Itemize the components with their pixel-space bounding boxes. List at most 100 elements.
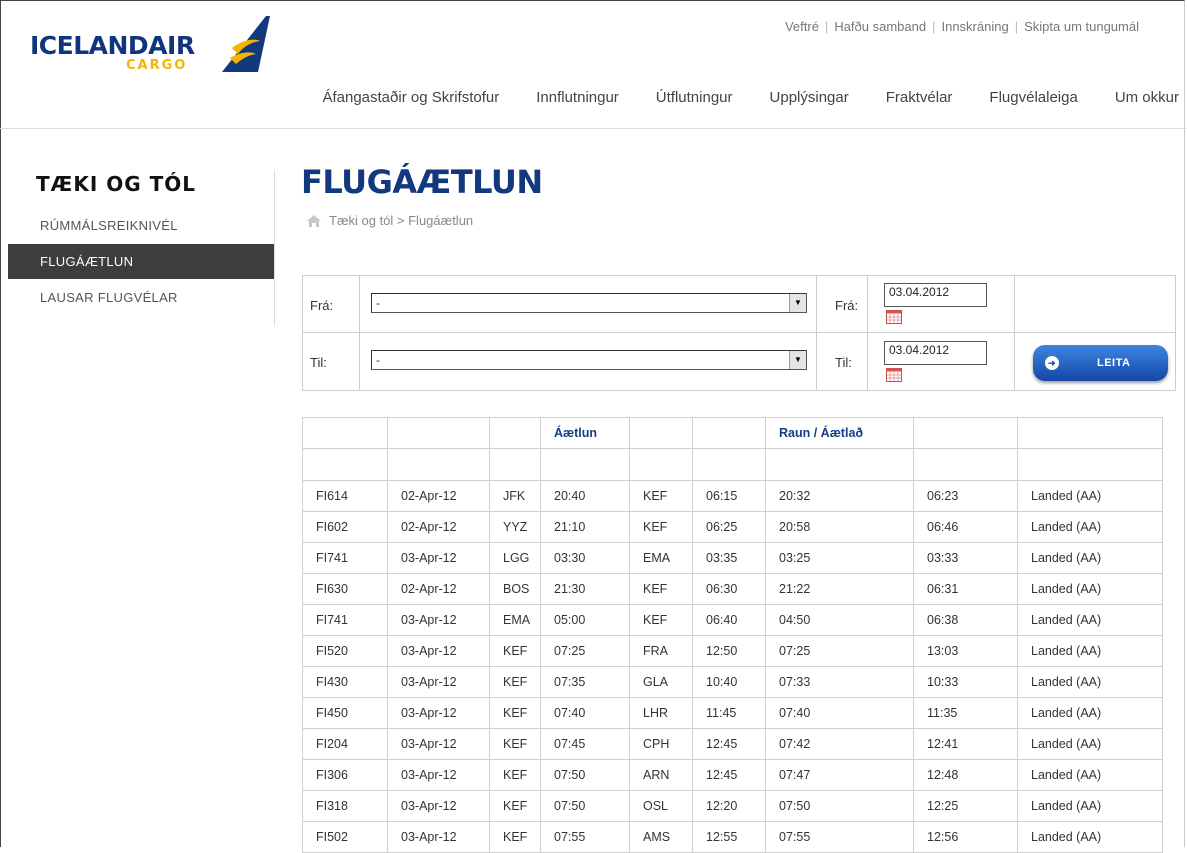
cell-scheduled-arrival: 12:50: [692, 635, 766, 667]
cell-destination: KEF: [629, 480, 693, 512]
cell-flight-number: FI602: [302, 511, 388, 543]
cell-scheduled-arrival: 12:55: [692, 821, 766, 853]
nav-about[interactable]: Um okkur: [1115, 89, 1179, 106]
logo-wing-icon: [222, 16, 270, 72]
nav-export[interactable]: Útflutningur: [656, 89, 733, 106]
table-row: FI502 03-Apr-12 KEF 07:55 AMS 12:55 07:55 12:56…: [302, 821, 1163, 853]
cell-flight-number: FI306: [302, 759, 388, 791]
date-from-input[interactable]: 03.04.2012: [884, 283, 987, 307]
util-link-contact[interactable]: Hafðu samband: [834, 19, 926, 34]
calendar-icon[interactable]: [886, 368, 902, 382]
search-button-label: LEITA: [1097, 357, 1131, 369]
cell-origin: KEF: [489, 790, 541, 822]
nav-import[interactable]: Innflutningur: [536, 89, 619, 106]
cell-date: 03-Apr-12: [387, 542, 490, 574]
cell-date: 02-Apr-12: [387, 480, 490, 512]
cell-destination: EMA: [629, 542, 693, 574]
cell-actual-arrival: 10:33: [913, 666, 1018, 698]
cell-scheduled-departure: 07:25: [540, 635, 630, 667]
search-button[interactable]: ➜ LEITA: [1033, 345, 1168, 381]
nav-freighters[interactable]: Fraktvélar: [886, 89, 953, 106]
table-row: FI741 03-Apr-12 EMA 05:00 KEF 06:40 04:50 06:38…: [302, 604, 1163, 636]
cell-date: 03-Apr-12: [387, 697, 490, 729]
cell-actual-arrival: 06:38: [913, 604, 1018, 636]
cell-scheduled-arrival: 11:45: [692, 697, 766, 729]
cell-actual-arrival: 12:56: [913, 821, 1018, 853]
cell-actual-departure: 07:33: [765, 666, 914, 698]
from-select[interactable]: - ▼: [371, 293, 807, 313]
table-row: FI614 02-Apr-12 JFK 20:40 KEF 06:15 20:32 06:23…: [302, 480, 1163, 512]
table-row: FI306 03-Apr-12 KEF 07:50 ARN 12:45 07:47 12:48…: [302, 759, 1163, 791]
cell-actual-departure: 07:25: [765, 635, 914, 667]
cell-scheduled-arrival: 12:45: [692, 728, 766, 760]
cell-date: 03-Apr-12: [387, 666, 490, 698]
cell-status: Landed (AA): [1017, 666, 1163, 698]
cell-actual-departure: 21:22: [765, 573, 914, 605]
column-header-actual: Raun / Áætlað: [765, 417, 914, 449]
table-spacer-row: [302, 448, 1163, 481]
util-link-sitemap[interactable]: Veftré: [785, 19, 819, 34]
cell-actual-departure: 20:58: [765, 511, 914, 543]
sidebar-item-flight-schedule[interactable]: FLUGÁÆTLUN: [8, 244, 274, 279]
cell-flight-number: FI614: [302, 480, 388, 512]
cell-scheduled-arrival: 10:40: [692, 666, 766, 698]
cell-scheduled-departure: 07:50: [540, 759, 630, 791]
cell-status: Landed (AA): [1017, 542, 1163, 574]
cell-actual-departure: 07:47: [765, 759, 914, 791]
cell-origin: LGG: [489, 542, 541, 574]
cell-actual-arrival: 12:25: [913, 790, 1018, 822]
cell-actual-arrival: 12:48: [913, 759, 1018, 791]
sidebar-item-available-aircraft[interactable]: LAUSAR FLUGVÉLAR: [8, 280, 274, 315]
page-title: FLUGÁÆTLUN: [301, 163, 543, 201]
cell-origin: KEF: [489, 728, 541, 760]
breadcrumb: Tæki og tól > Flugáætlun: [306, 213, 473, 228]
sidebar-title: TÆKI OG TÓL: [36, 172, 197, 196]
cell-destination: LHR: [629, 697, 693, 729]
cell-status: Landed (AA): [1017, 821, 1163, 853]
chevron-down-icon: ▼: [789, 351, 806, 369]
to-select[interactable]: - ▼: [371, 350, 807, 370]
cell-destination: AMS: [629, 821, 693, 853]
column-header: [692, 417, 766, 449]
cell-flight-number: FI741: [302, 542, 388, 574]
cell-scheduled-arrival: 12:20: [692, 790, 766, 822]
nav-information[interactable]: Upplýsingar: [770, 89, 849, 106]
cell-flight-number: FI430: [302, 666, 388, 698]
date-from-label: Frá:: [835, 298, 859, 313]
nav-destinations[interactable]: Áfangastaðir og Skrifstofur: [322, 89, 499, 106]
icelandair-cargo-logo[interactable]: ICELANDAIR CARGO: [28, 14, 278, 74]
column-header: [1017, 417, 1163, 449]
cell-status: Landed (AA): [1017, 759, 1163, 791]
cell-actual-departure: 07:55: [765, 821, 914, 853]
util-link-language[interactable]: Skipta um tungumál: [1024, 19, 1139, 34]
cell-flight-number: FI318: [302, 790, 388, 822]
column-header-scheduled: Áætlun: [540, 417, 630, 449]
util-link-login[interactable]: Innskráning: [941, 19, 1008, 34]
main-navigation: Áfangastaðir og Skrifstofur Innflutningu…: [285, 89, 1179, 106]
date-to-input[interactable]: 03.04.2012: [884, 341, 987, 365]
arrow-right-icon: ➜: [1045, 356, 1059, 370]
column-header: [302, 417, 388, 449]
cell-scheduled-departure: 20:40: [540, 480, 630, 512]
calendar-icon[interactable]: [886, 310, 902, 324]
cell-origin: KEF: [489, 697, 541, 729]
from-select-value: -: [376, 296, 380, 310]
cell-origin: KEF: [489, 635, 541, 667]
nav-aircraft-leasing[interactable]: Flugvélaleiga: [989, 89, 1077, 106]
cell-scheduled-arrival: 03:35: [692, 542, 766, 574]
cell-actual-arrival: 13:03: [913, 635, 1018, 667]
cell-flight-number: FI630: [302, 573, 388, 605]
cell-scheduled-departure: 05:00: [540, 604, 630, 636]
date-to-label: Til:: [835, 355, 852, 370]
cell-status: Landed (AA): [1017, 697, 1163, 729]
cell-flight-number: FI502: [302, 821, 388, 853]
cell-origin: KEF: [489, 666, 541, 698]
home-icon[interactable]: [306, 214, 322, 228]
cell-scheduled-arrival: 06:30: [692, 573, 766, 605]
sidebar-item-volume-calculator[interactable]: RÚMMÁLSREIKNIVÉL: [8, 208, 274, 243]
cell-destination: KEF: [629, 573, 693, 605]
cell-status: Landed (AA): [1017, 635, 1163, 667]
cell-actual-departure: 20:32: [765, 480, 914, 512]
breadcrumb-text[interactable]: Tæki og tól > Flugáætlun: [329, 213, 473, 228]
cell-date: 03-Apr-12: [387, 728, 490, 760]
